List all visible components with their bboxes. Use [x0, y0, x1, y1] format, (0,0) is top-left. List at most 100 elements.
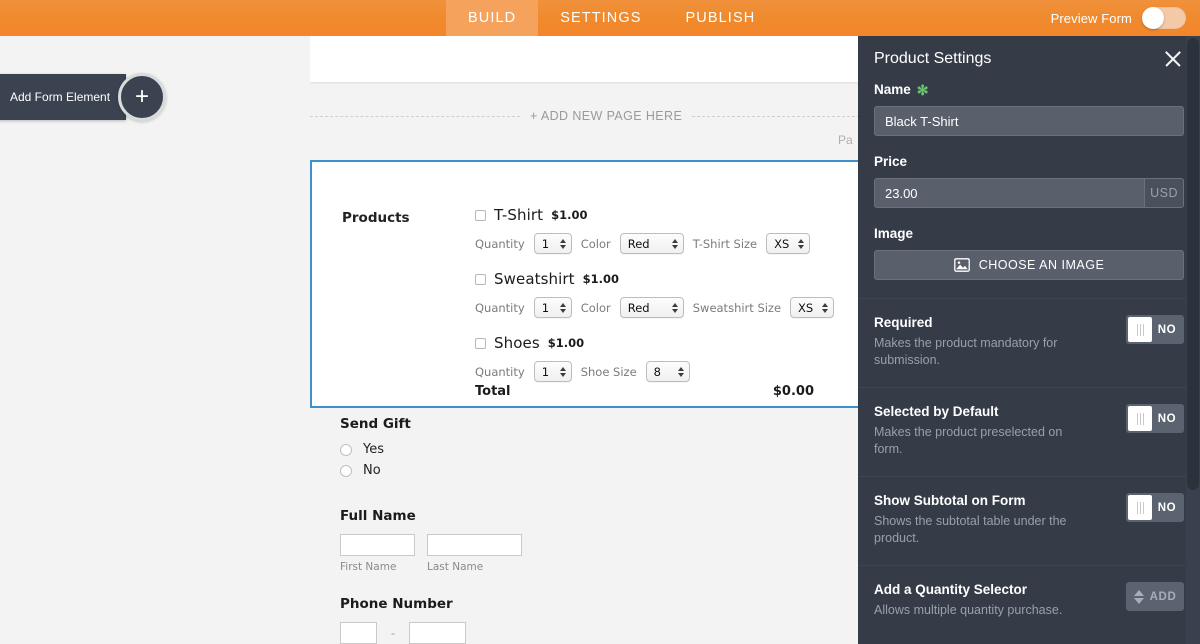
total-label: Total: [475, 384, 511, 399]
page-label: Pa: [838, 133, 853, 147]
selected-by-default-toggle-value: NO: [1157, 412, 1177, 425]
top-bar-brand-area: [0, 0, 446, 36]
panel-scrollbar[interactable]: [1186, 36, 1200, 644]
name-label-row: Name ✻: [874, 82, 1184, 97]
option-selected-by-default-text: Selected by Default Makes the product pr…: [874, 404, 1114, 458]
add-form-element-label: Add Form Element: [0, 74, 127, 120]
product-header: Shoes $1.00: [475, 334, 690, 352]
close-icon[interactable]: [1162, 48, 1184, 70]
add-form-element-button[interactable]: Add Form Element +: [0, 73, 167, 121]
preview-form-label: Preview Form: [1050, 10, 1132, 26]
image-label-row: Image: [874, 226, 1184, 241]
quantity-value: 1: [541, 300, 550, 315]
first-name-input[interactable]: [340, 534, 415, 556]
stepper-arrows-icon: [671, 238, 678, 249]
phone-separator: -: [391, 626, 395, 640]
last-name-input[interactable]: [427, 534, 522, 556]
size-value: 8: [653, 364, 661, 379]
option-required: Required Makes the product mandatory for…: [858, 299, 1200, 385]
send-gift-option-yes[interactable]: Yes: [340, 442, 411, 457]
quantity-value: 1: [541, 236, 550, 251]
tab-build[interactable]: BUILD: [446, 0, 539, 36]
send-gift-field[interactable]: Send Gift Yes No: [340, 416, 411, 484]
phone-number-field[interactable]: Phone Number -: [340, 596, 466, 644]
plus-icon[interactable]: +: [118, 73, 167, 121]
phone-number-input[interactable]: [409, 622, 466, 644]
full-name-field[interactable]: Full Name First Name Last Name: [340, 508, 522, 573]
total-value: $0.00: [772, 384, 814, 399]
toggle-grip-icon: [1128, 495, 1152, 520]
phone-area-code-input[interactable]: [340, 622, 377, 644]
up-down-arrows-icon: [1133, 589, 1144, 604]
preview-form-toggle[interactable]: [1142, 7, 1186, 29]
last-name-sublabel: Last Name: [427, 561, 484, 573]
color-select[interactable]: Red: [619, 233, 684, 254]
product-name-input[interactable]: [874, 106, 1184, 136]
tab-publish[interactable]: PUBLISH: [664, 0, 778, 36]
size-select[interactable]: 8: [645, 361, 690, 382]
product-controls: Quantity 1 Shoe Size 8: [475, 361, 690, 382]
product-checkbox[interactable]: [475, 337, 486, 349]
add-form-element-line2: Element: [66, 90, 111, 104]
top-bar: BUILD SETTINGS PUBLISH Preview Form: [0, 0, 1200, 36]
phone-number-inputs: -: [340, 622, 466, 644]
product-settings-panel: Product Settings Name ✻ Price USD: [858, 36, 1200, 644]
image-field-group: Image CHOOSE AN IMAGE: [874, 226, 1184, 280]
form-builder-app: BUILD SETTINGS PUBLISH Preview Form Add …: [0, 0, 1200, 644]
quantity-select[interactable]: 1: [533, 361, 572, 382]
panel-scrollbar-thumb[interactable]: [1187, 38, 1199, 490]
color-value: Red: [627, 236, 650, 251]
show-subtotal-toggle-value: NO: [1157, 501, 1177, 514]
selected-by-default-toggle[interactable]: NO: [1126, 404, 1184, 433]
tab-build-label: BUILD: [468, 10, 517, 26]
tab-settings[interactable]: SETTINGS: [538, 0, 663, 36]
add-quantity-selector-button[interactable]: ADD: [1126, 582, 1184, 611]
option-required-text: Required Makes the product mandatory for…: [874, 315, 1114, 369]
product-price-input[interactable]: [874, 178, 1145, 208]
radio-icon[interactable]: [340, 464, 352, 477]
size-value: XS: [774, 236, 790, 251]
products-field-block[interactable]: Products T-Shirt $1.00 Quantity 1 Color …: [310, 160, 870, 408]
product-checkbox[interactable]: [475, 209, 486, 221]
size-label: Sweatshirt Size: [692, 300, 782, 315]
divider-dash-left: [310, 115, 520, 117]
divider-dash-right: [692, 115, 870, 117]
size-select[interactable]: XS: [790, 297, 835, 318]
stepper-arrows-icon: [559, 238, 566, 249]
size-label: Shoe Size: [580, 364, 637, 379]
stepper-arrows-icon: [822, 302, 829, 313]
option-selected-by-default: Selected by Default Makes the product pr…: [858, 388, 1200, 474]
quantity-select[interactable]: 1: [533, 297, 572, 318]
option-quantity-selector-text: Add a Quantity Selector Allows multiple …: [874, 582, 1114, 619]
price-label-row: Price: [874, 154, 1184, 169]
option-show-subtotal-title: Show Subtotal on Form: [874, 493, 1026, 508]
radio-icon[interactable]: [340, 443, 352, 456]
first-name-sublabel: First Name: [340, 561, 397, 573]
option-required-description: Makes the product mandatory for submissi…: [874, 336, 1058, 367]
show-subtotal-toggle[interactable]: NO: [1126, 493, 1184, 522]
tab-publish-label: PUBLISH: [685, 10, 756, 26]
product-checkbox[interactable]: [475, 273, 486, 285]
price-field-group: Price USD: [874, 154, 1184, 208]
option-show-subtotal: Show Subtotal on Form Shows the subtotal…: [858, 477, 1200, 563]
last-name-group: Last Name: [427, 534, 522, 573]
phone-number-title: Phone Number: [340, 596, 453, 612]
product-header: Sweatshirt $1.00: [475, 270, 834, 288]
add-new-page-divider[interactable]: + ADD NEW PAGE HERE: [310, 104, 870, 128]
required-toggle[interactable]: NO: [1126, 315, 1184, 344]
panel-header: Product Settings: [858, 36, 1200, 82]
full-name-title: Full Name: [340, 508, 416, 524]
choose-an-image-button[interactable]: CHOOSE AN IMAGE: [874, 250, 1184, 280]
stepper-arrows-icon: [559, 366, 566, 377]
name-field-group: Name ✻: [874, 82, 1184, 136]
size-select[interactable]: XS: [766, 233, 811, 254]
send-gift-option-no[interactable]: No: [340, 463, 411, 478]
quantity-select[interactable]: 1: [533, 233, 572, 254]
stepper-arrows-icon: [559, 302, 566, 313]
full-name-inputs: First Name Last Name: [340, 534, 522, 573]
product-price: $1.00: [547, 336, 585, 350]
product-row: T-Shirt $1.00 Quantity 1 Color Red T-Shi…: [475, 206, 811, 254]
main-nav-tabs: BUILD SETTINGS PUBLISH: [446, 0, 777, 36]
color-select[interactable]: Red: [619, 297, 684, 318]
add-new-page-label[interactable]: + ADD NEW PAGE HERE: [530, 109, 682, 123]
